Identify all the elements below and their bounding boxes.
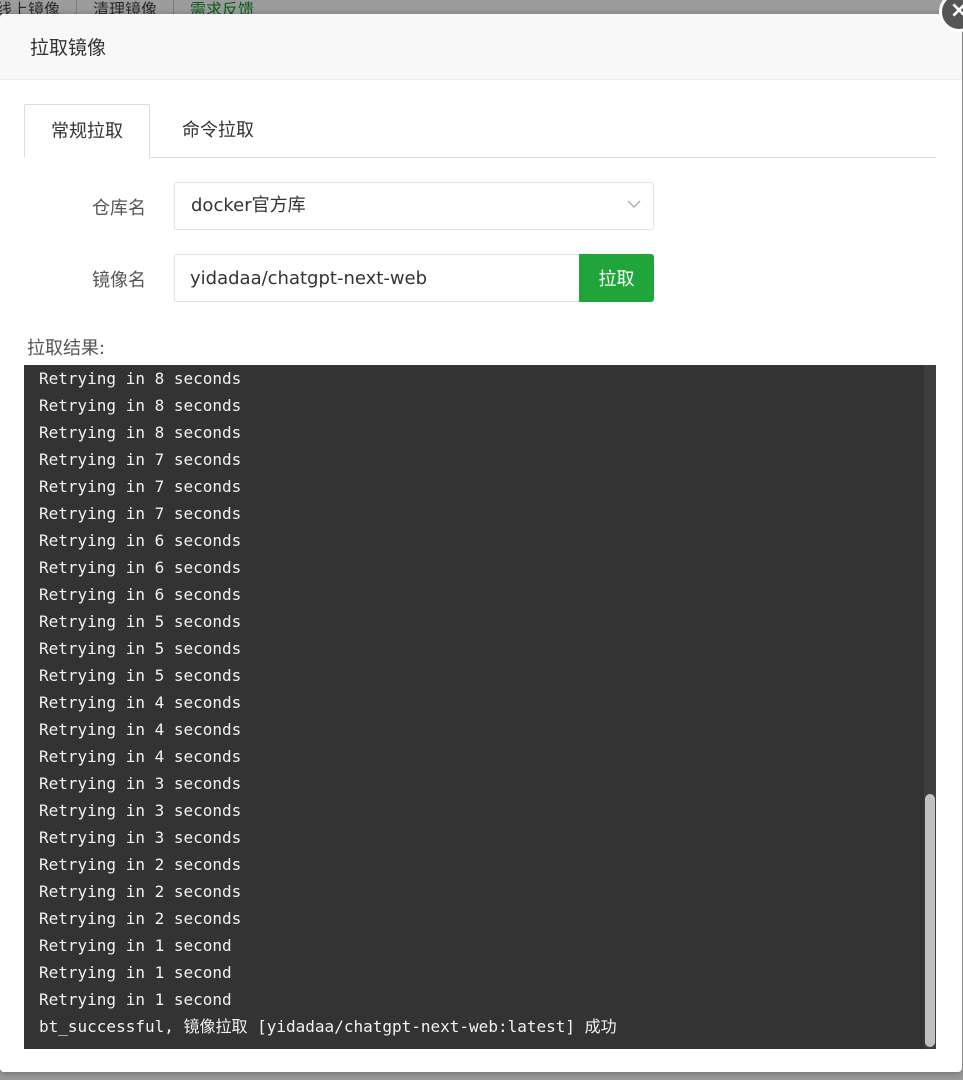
dialog-title: 拉取镜像	[30, 37, 107, 59]
console-line: Retrying in 7 seconds	[39, 450, 242, 469]
console-output: Retrying in 8 seconds Retrying in 8 secon…	[39, 365, 617, 1040]
console-line: Retrying in 7 seconds	[39, 504, 242, 523]
pull-image-dialog: 拉取镜像 常规拉取 命令拉取 仓库名 docker官方库 镜像名 拉取 拉取结果…	[0, 14, 962, 1072]
console-line: Retrying in 2 seconds	[39, 855, 242, 874]
tab-regular-pull[interactable]: 常规拉取	[24, 104, 150, 158]
console-line: Retrying in 3 seconds	[39, 801, 242, 820]
console-line: Retrying in 8 seconds	[39, 369, 242, 388]
console-line: Retrying in 6 seconds	[39, 585, 242, 604]
console-line: Retrying in 8 seconds	[39, 396, 242, 415]
console-line: Retrying in 3 seconds	[39, 828, 242, 847]
console-line: Retrying in 4 seconds	[39, 747, 242, 766]
pull-button[interactable]: 拉取	[579, 254, 654, 302]
close-symbol: ×	[949, 0, 963, 23]
console-line: Retrying in 1 second	[39, 936, 232, 955]
console-line: Retrying in 2 seconds	[39, 909, 242, 928]
console-line: Retrying in 4 seconds	[39, 720, 242, 739]
repo-select[interactable]: docker官方库	[174, 182, 654, 230]
pull-result-console[interactable]: Retrying in 8 seconds Retrying in 8 secon…	[24, 365, 936, 1049]
dialog-header: 拉取镜像	[0, 14, 962, 80]
repo-label: 仓库名	[92, 198, 146, 219]
chevron-down-icon	[627, 200, 641, 209]
console-line: Retrying in 5 seconds	[39, 612, 242, 631]
repo-select-value: docker官方库	[191, 195, 306, 216]
console-line: Retrying in 4 seconds	[39, 693, 242, 712]
console-line: Retrying in 8 seconds	[39, 423, 242, 442]
image-name-input[interactable]	[174, 254, 580, 302]
console-scrollbar-track[interactable]	[924, 365, 936, 1049]
console-line: Retrying in 3 seconds	[39, 774, 242, 793]
console-line: Retrying in 2 seconds	[39, 882, 242, 901]
pull-mode-tabs: 常规拉取 命令拉取	[24, 104, 936, 158]
console-line: Retrying in 6 seconds	[39, 558, 242, 577]
console-scrollbar-thumb[interactable]	[925, 794, 935, 1047]
console-line: Retrying in 7 seconds	[39, 477, 242, 496]
console-line: Retrying in 5 seconds	[39, 666, 242, 685]
console-line: Retrying in 1 second	[39, 990, 232, 1009]
result-label: 拉取结果:	[27, 338, 106, 359]
console-line: Retrying in 6 seconds	[39, 531, 242, 550]
image-label: 镜像名	[92, 270, 146, 291]
console-line: bt_successful, 镜像拉取 [yidadaa/chatgpt-nex…	[39, 1017, 617, 1036]
console-line: Retrying in 5 seconds	[39, 639, 242, 658]
tab-command-pull[interactable]: 命令拉取	[160, 104, 276, 157]
console-line: Retrying in 1 second	[39, 963, 232, 982]
